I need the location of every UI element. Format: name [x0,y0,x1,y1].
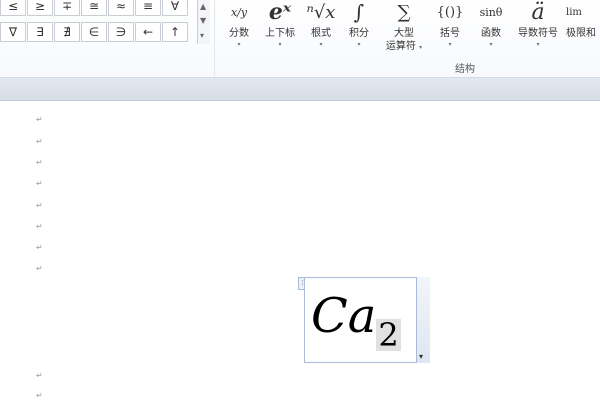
bracket-label: 括号 [440,28,460,39]
symbol-minus-plus[interactable]: ∓ [54,0,80,16]
more-symbols-icon[interactable]: ▾ [200,31,204,40]
equation-options-bar[interactable]: ▾ [416,277,430,363]
fraction-button[interactable]: x/y 分数 ▾ [222,0,256,62]
structures-group-label: 结构 [455,64,475,75]
chevron-down-icon: ▾ [319,41,323,48]
chevron-down-icon: ▾ [357,41,361,48]
ruler-band [0,78,600,101]
paragraph-mark: ↵ [36,264,43,273]
paragraph-mark: ↵ [36,201,43,210]
paragraph-mark: ↵ [36,222,43,231]
symbol-left-arrow[interactable]: ← [135,22,161,42]
equation-content[interactable]: Ca2 [311,288,401,351]
paragraph-mark: ↵ [36,243,43,252]
symbol-not-exists[interactable]: ∄ [54,22,80,42]
radical-label: 根式 [311,28,331,39]
bracket-button[interactable]: {()} 括号 ▾ [432,0,468,62]
paragraph-mark: ↵ [36,137,43,146]
symbol-element-of[interactable]: ∈ [81,22,107,42]
symbols-gallery: ≤ ≥ ∓ ≅ ≈ ≡ ∀ ∇ ∃ ∄ ∈ ∋ ← ↑ ▲ ▼ ▾ [0,0,210,44]
symbols-scrollbar[interactable]: ▲ ▼ ▾ [197,0,210,44]
symbol-less-equal[interactable]: ≤ [0,0,26,16]
bracket-icon: {()} [436,4,464,20]
chevron-down-icon: ▾ [536,41,540,48]
equation-move-handle[interactable]: ⋮ [298,277,306,290]
chevron-down-icon: ▾ [237,41,241,48]
accent-icon: ä [531,0,545,25]
script-label: 上下标 [265,28,295,39]
paragraph-mark: ↵ [36,179,43,188]
function-label: 函数 [481,28,501,39]
large-operator-label-line2: 运算符 [385,41,416,52]
scroll-up-icon[interactable]: ▲ [200,2,206,11]
radical-button[interactable]: ⁿ√x 根式 ▾ [304,0,338,62]
chevron-down-icon: ▾ [489,41,493,48]
limit-icon: lim [566,6,582,18]
accent-button[interactable]: ä 导数符号 ▾ [512,0,564,62]
fraction-label: 分数 [229,28,249,39]
limit-button[interactable]: lim 极限和 [566,0,600,62]
symbol-congruent[interactable]: ≅ [81,0,107,16]
equation-tools-ribbon: ≤ ≥ ∓ ≅ ≈ ≡ ∀ ∇ ∃ ∄ ∈ ∋ ← ↑ ▲ ▼ ▾ x/y 分数… [0,0,600,78]
chevron-down-icon[interactable]: ▾ [419,352,423,361]
paragraph-mark: ↵ [36,391,43,400]
integral-icon: ∫ [353,0,365,24]
scroll-down-icon[interactable]: ▼ [200,16,206,25]
ribbon-separator [214,0,215,76]
equation-object[interactable]: ⋮ Ca2 ▾ [298,277,430,363]
equation-subscript[interactable]: 2 [376,319,401,351]
symbol-identical[interactable]: ≡ [135,0,161,16]
paragraph-mark: ↵ [36,371,43,380]
symbol-exists[interactable]: ∃ [27,22,53,42]
chevron-down-icon: ▾ [278,41,282,48]
accent-label: 导数符号 [518,28,558,39]
radical-icon: ⁿ√x [306,1,336,23]
large-operator-label: 大型 运算符 ▾ [380,27,428,54]
chevron-down-icon: ▾ [448,41,452,48]
function-button[interactable]: sinθ 函数 ▾ [472,0,510,62]
symbol-approx[interactable]: ≈ [108,0,134,16]
integral-label: 积分 [349,28,369,39]
integral-button[interactable]: ∫ 积分 ▾ [342,0,376,62]
equation-base: Ca [311,288,377,344]
script-icon: eˣ [268,0,292,25]
symbol-greater-equal[interactable]: ≥ [27,0,53,16]
chevron-down-icon: ▾ [419,44,423,51]
symbol-contains[interactable]: ∋ [108,22,134,42]
function-icon: sinθ [479,5,503,19]
symbol-up-arrow[interactable]: ↑ [162,22,188,42]
large-operator-button[interactable]: ∑ 大型 运算符 ▾ [380,0,428,62]
script-button[interactable]: eˣ 上下标 ▾ [258,0,302,62]
document-page[interactable]: ↵ ↵ ↵ ↵ ↵ ↵ ↵ ↵ ↵ ↵ ⋮ Ca2 ▾ [0,101,600,400]
fraction-icon: x/y [230,5,248,19]
symbol-nabla[interactable]: ∇ [0,22,26,42]
large-operator-label-line1: 大型 [394,28,414,39]
limit-label: 极限和 [566,28,596,39]
paragraph-mark: ↵ [36,158,43,167]
paragraph-mark: ↵ [36,115,43,124]
large-operator-icon: ∑ [397,1,411,23]
symbol-for-all[interactable]: ∀ [162,0,188,16]
